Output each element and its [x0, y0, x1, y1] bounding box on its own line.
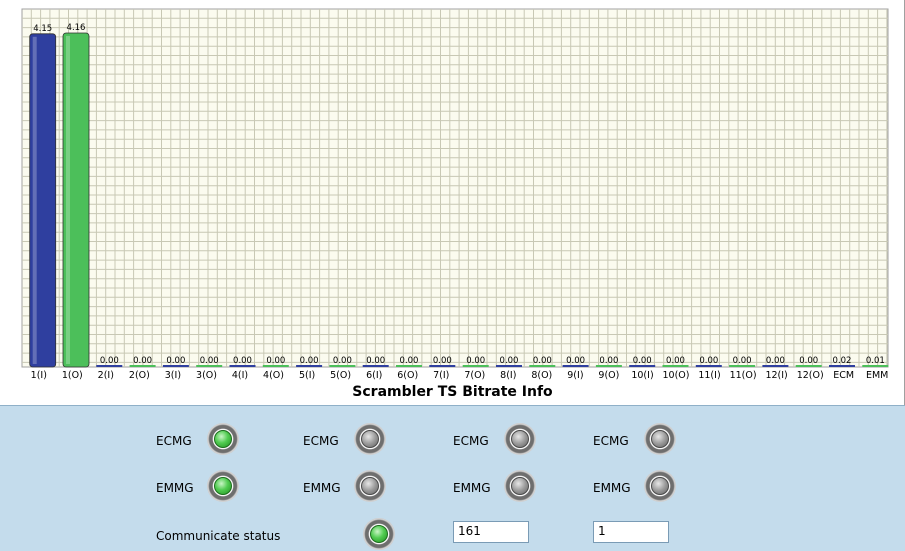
bar-value-label: 0.00 — [799, 356, 818, 366]
emmg-status-led-4 — [644, 470, 676, 502]
bar-value-label: 0.00 — [266, 356, 285, 366]
x-tick-label: 2(I) — [98, 370, 114, 381]
x-tick-label: 8(O) — [531, 370, 552, 381]
x-tick-label: 6(I) — [366, 370, 382, 381]
ecmg-label-3: ECMG — [453, 434, 489, 448]
ecmg-status-led-2 — [354, 423, 386, 455]
bar-value-label: 0.00 — [599, 356, 618, 366]
emmg-status-led-2 — [354, 470, 386, 502]
x-tick-label: 11(I) — [698, 370, 720, 381]
x-tick-label: 5(I) — [299, 370, 315, 381]
bar-highlight-1(I) — [32, 36, 37, 365]
x-tick-label: 6(O) — [397, 370, 418, 381]
emmg-label-4: EMMG — [593, 481, 631, 495]
bar-value-label: 0.00 — [100, 356, 119, 366]
bar-value-label: 4.15 — [33, 24, 52, 34]
bar-value-label: 0.00 — [400, 356, 419, 366]
x-tick-label: 7(O) — [464, 370, 485, 381]
x-tick-label: 1(O) — [62, 370, 83, 381]
x-tick-label: 1(I) — [31, 370, 47, 381]
bar-value-label: 0.01 — [866, 356, 885, 366]
bar-value-label: 0.00 — [566, 356, 585, 366]
bar-value-label: 0.00 — [200, 356, 219, 366]
x-tick-label: EMM — [866, 370, 888, 381]
emmg-status-led-1 — [207, 470, 239, 502]
bar-value-label: 0.00 — [333, 356, 352, 366]
bar-value-label: 4.16 — [67, 23, 86, 33]
emmg-label-1: EMMG — [156, 481, 194, 495]
ecmg-label-2: ECMG — [303, 434, 339, 448]
emmg-label-3: EMMG — [453, 481, 491, 495]
communicate-value-field-2[interactable]: 1 — [593, 521, 669, 543]
bar-value-label: 0.00 — [633, 356, 652, 366]
ecmg-label-1: ECMG — [156, 434, 192, 448]
bar-value-label: 0.00 — [533, 356, 552, 366]
x-tick-label: 9(I) — [567, 370, 583, 381]
ecmg-status-led-3 — [504, 423, 536, 455]
bar-value-label: 0.00 — [300, 356, 319, 366]
bar-value-label: 0.00 — [166, 356, 185, 366]
chart-title: Scrambler TS Bitrate Info — [352, 384, 553, 400]
bar-value-label: 0.00 — [466, 356, 485, 366]
communicate-status-label: Communicate status — [156, 529, 281, 543]
emmg-label-2: EMMG — [303, 481, 341, 495]
x-tick-label: 12(O) — [797, 370, 824, 381]
bitrate-chart: 4.15 1(I) 4.16 1(O) 0.00 2(I) 0.00 2(O) 0.00 3(I)… — [21, 8, 889, 381]
bar-value-label: 0.00 — [233, 356, 252, 366]
x-tick-label: 7(I) — [433, 370, 449, 381]
bar-value-label: 0.00 — [766, 356, 785, 366]
x-tick-label: 12(I) — [765, 370, 787, 381]
status-panel: ECMG EMMG ECMG EMMG ECMG EMMG ECMG EMMG … — [0, 405, 905, 551]
x-tick-label: 10(O) — [663, 370, 690, 381]
bitrate-chart-panel: 4.15 1(I) 4.16 1(O) 0.00 2(I) 0.00 2(O) 0.00 3(I)… — [0, 0, 905, 405]
x-tick-label: 3(I) — [165, 370, 181, 381]
ecmg-label-4: ECMG — [593, 434, 629, 448]
ecmg-status-led-1 — [207, 423, 239, 455]
bar-value-label: 0.00 — [666, 356, 685, 366]
bar-value-label: 0.00 — [433, 356, 452, 366]
bar-value-label: 0.00 — [133, 356, 152, 366]
x-tick-label: 3(O) — [196, 370, 217, 381]
x-tick-label: 10(I) — [631, 370, 653, 381]
emmg-status-led-3 — [504, 470, 536, 502]
communicate-value-field-1[interactable]: 161 — [453, 521, 529, 543]
ecmg-status-led-4 — [644, 423, 676, 455]
x-tick-label: ECM — [833, 370, 854, 381]
x-tick-label: 4(I) — [232, 370, 248, 381]
x-tick-label: 11(O) — [730, 370, 757, 381]
bar-value-label: 0.02 — [833, 356, 852, 366]
x-tick-label: 9(O) — [598, 370, 619, 381]
bar-value-label: 0.00 — [733, 356, 752, 366]
communicate-status-led — [363, 518, 395, 550]
x-tick-label: 5(O) — [330, 370, 351, 381]
bar-value-label: 0.00 — [500, 356, 519, 366]
bar-value-label: 0.00 — [699, 356, 718, 366]
x-tick-label: 8(I) — [500, 370, 516, 381]
x-tick-label: 2(O) — [129, 370, 150, 381]
bar-highlight-1(O) — [66, 36, 70, 364]
bar-value-label: 0.00 — [366, 356, 385, 366]
x-tick-label: 4(O) — [263, 370, 284, 381]
